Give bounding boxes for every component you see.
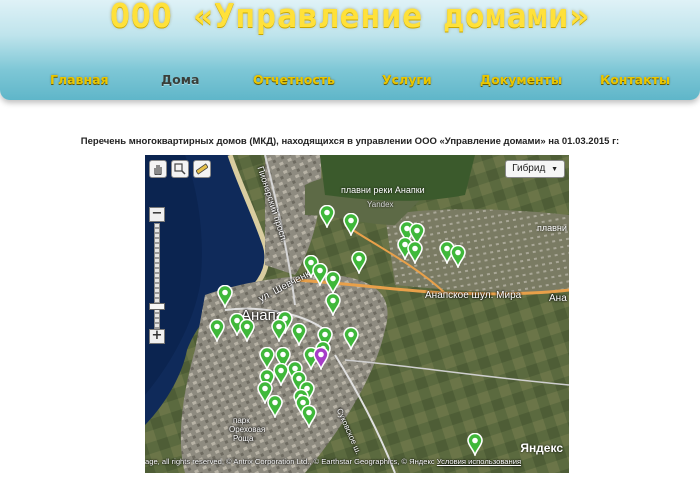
map-pin-icon — [313, 346, 329, 372]
map-pin-icon — [267, 394, 283, 420]
house-marker[interactable] — [217, 284, 233, 310]
grove-label-2: Ореховая — [229, 425, 266, 434]
map-pin-icon — [239, 318, 255, 344]
nav-item-contacts[interactable]: Контакты — [600, 72, 670, 87]
nav-item-reports[interactable]: Отчетность — [253, 72, 335, 87]
house-marker[interactable] — [209, 318, 225, 344]
map-pin-icon — [319, 204, 335, 230]
zoom-slider-track[interactable] — [154, 223, 160, 330]
house-marker[interactable] — [351, 250, 367, 276]
house-marker[interactable] — [267, 394, 283, 420]
map-pin-icon — [301, 404, 317, 430]
map-layer-label: Гибрид — [512, 163, 546, 174]
house-marker[interactable] — [271, 318, 287, 344]
map-pin-icon — [273, 362, 289, 388]
houses-map[interactable]: Пионерский просп. плавни реки Анапки Yan… — [145, 155, 569, 473]
magnifier-tool-button[interactable] — [171, 160, 189, 178]
zoom-in-button[interactable]: + — [149, 329, 165, 344]
main-nav: Главная Дома Отчетность Услуги Документы… — [0, 72, 700, 88]
map-pin-icon — [343, 212, 359, 238]
house-marker[interactable] — [407, 240, 423, 266]
house-marker[interactable] — [343, 212, 359, 238]
houses-list-caption: Перечень многоквартирных домов (МКД), на… — [80, 136, 620, 147]
map-pin-icon — [467, 432, 483, 458]
map-pin-icon — [450, 244, 466, 270]
yandex-watermark: Yandex — [367, 200, 394, 209]
ruler-icon — [196, 163, 208, 175]
house-marker[interactable] — [343, 326, 359, 352]
map-pin-icon — [209, 318, 225, 344]
map-pin-icon — [407, 240, 423, 266]
house-marker[interactable] — [325, 270, 341, 296]
nav-item-houses[interactable]: Дома — [161, 72, 199, 87]
house-marker[interactable] — [291, 322, 307, 348]
grove-label-3: Роща — [233, 434, 254, 443]
map-layer-select[interactable]: Гибрид ▼ — [505, 160, 565, 178]
marsh-label-right: плавни — [537, 223, 567, 233]
selected-house-marker[interactable] — [313, 346, 329, 372]
ana-label: Ана — [549, 293, 567, 304]
nav-item-services[interactable]: Услуги — [382, 72, 432, 87]
river-marsh-label: плавни реки Анапки — [341, 185, 425, 195]
anapa-highway-label: Анапское ш. — [425, 290, 483, 301]
nav-item-home[interactable]: Главная — [50, 72, 109, 87]
house-marker[interactable] — [467, 432, 483, 458]
house-marker[interactable] — [325, 292, 341, 318]
house-marker[interactable] — [450, 244, 466, 270]
yandex-logo: Яндекс — [520, 441, 563, 455]
site-header: ООО «Управление домами» Главная Дома Отч… — [0, 0, 700, 100]
ruler-tool-button[interactable] — [193, 160, 211, 178]
mira-street-label: ул. Мира — [480, 290, 522, 301]
site-title: ООО «Управление домами» — [110, 0, 590, 35]
copyright-text: age, all rights reserved, © Antrix Corpo… — [145, 457, 435, 466]
hand-tool-button[interactable] — [149, 160, 167, 178]
map-pin-icon — [325, 292, 341, 318]
hand-icon — [154, 165, 162, 175]
zoom-slider-handle[interactable] — [149, 303, 165, 310]
satellite-imagery — [145, 155, 569, 473]
zoom-out-button[interactable]: − — [149, 207, 165, 222]
house-marker[interactable] — [239, 318, 255, 344]
map-pin-icon — [271, 318, 287, 344]
map-copyright: age, all rights reserved, © Antrix Corpo… — [145, 457, 569, 469]
map-pin-icon — [291, 322, 307, 348]
map-pin-icon — [217, 284, 233, 310]
map-pin-icon — [343, 326, 359, 352]
grove-label-1: парк — [233, 416, 250, 425]
house-marker[interactable] — [273, 362, 289, 388]
terms-link[interactable]: Условия использования — [437, 457, 521, 466]
zoom-control: − + — [149, 207, 165, 347]
chevron-down-icon: ▼ — [551, 166, 558, 173]
nav-item-documents[interactable]: Документы — [480, 72, 562, 87]
magnifier-icon — [174, 163, 186, 175]
house-marker[interactable] — [301, 404, 317, 430]
map-pin-icon — [351, 250, 367, 276]
map-pin-icon — [325, 270, 341, 296]
house-marker[interactable] — [319, 204, 335, 230]
